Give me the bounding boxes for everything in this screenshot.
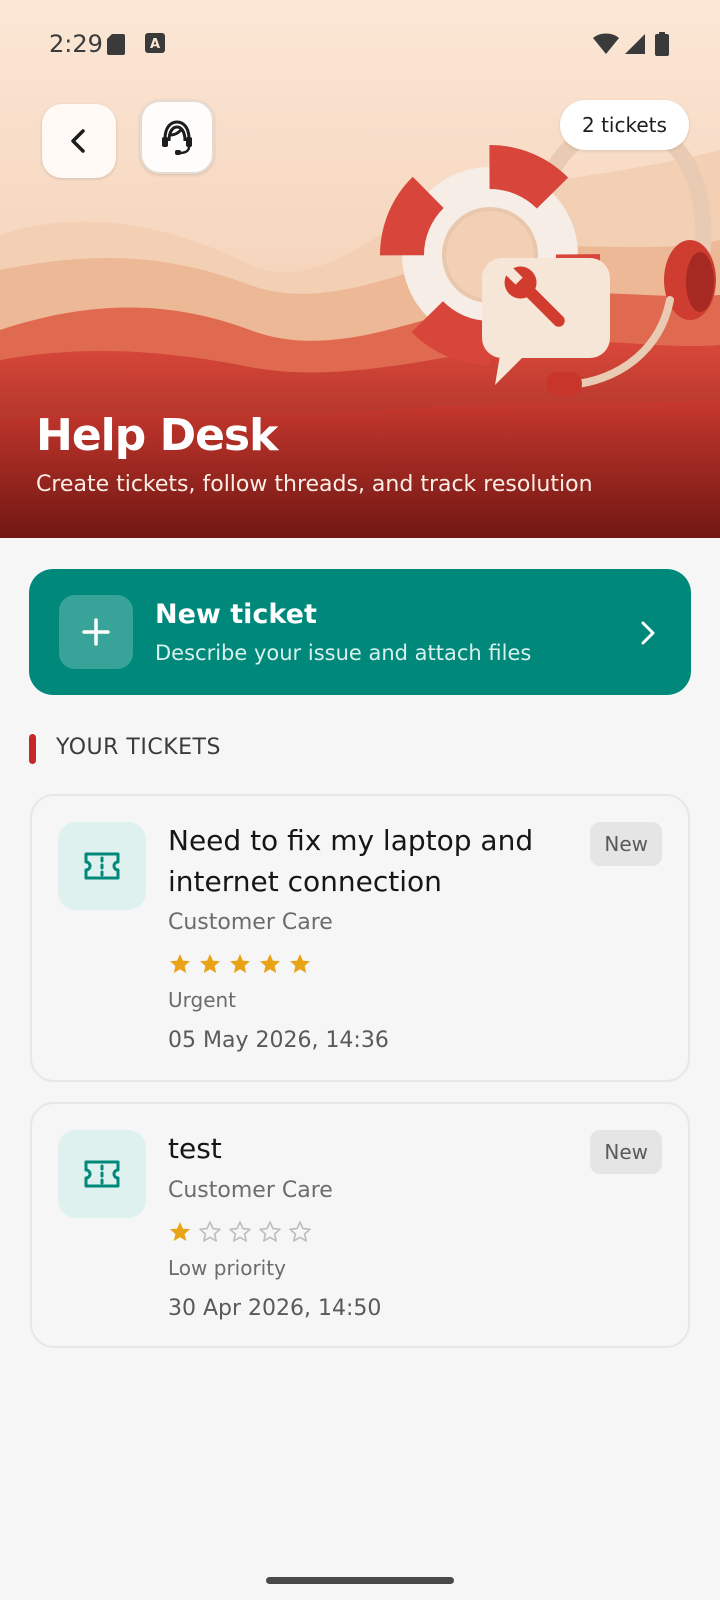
wifi-icon bbox=[593, 33, 619, 54]
home-indicator[interactable] bbox=[266, 1577, 454, 1584]
ticket-icon-box bbox=[58, 822, 146, 910]
star-empty-icon bbox=[289, 1221, 311, 1242]
section-accent-bar bbox=[29, 734, 36, 764]
ticket-department: Customer Care bbox=[168, 910, 333, 935]
star-empty-icon bbox=[259, 1221, 281, 1242]
ticket-priority: Urgent bbox=[168, 988, 237, 1012]
ticket-title: Need to fix my laptop and internet conne… bbox=[168, 824, 534, 898]
support-agent-icon bbox=[162, 120, 192, 155]
star-filled-icon bbox=[170, 954, 190, 973]
section-title: YOUR TICKETS bbox=[56, 735, 221, 760]
page-subtitle: Create tickets, follow threads, and trac… bbox=[36, 472, 593, 497]
battery-icon bbox=[655, 32, 669, 56]
page-title: Help Desk bbox=[36, 410, 278, 461]
chevron-left-icon bbox=[71, 129, 85, 153]
ticket-department: Customer Care bbox=[168, 1178, 333, 1203]
star-filled-icon bbox=[170, 1222, 190, 1241]
ticket-date: 05 May 2026, 14:36 bbox=[168, 1028, 389, 1053]
status-bar: 2:29 A bbox=[0, 0, 720, 90]
ticket-rating bbox=[168, 952, 312, 976]
plus-icon bbox=[82, 618, 110, 646]
hero-header: 2:29 A 2 tickets Help Desk Create ticket… bbox=[0, 0, 720, 538]
ticket-icon-box bbox=[58, 1130, 146, 1218]
signal-icon bbox=[625, 34, 645, 54]
plus-icon-box bbox=[59, 595, 133, 669]
status-time: 2:29 bbox=[49, 30, 103, 58]
ticket-date: 30 Apr 2026, 14:50 bbox=[168, 1296, 382, 1321]
status-badge: New bbox=[590, 822, 662, 866]
support-agent-button[interactable] bbox=[140, 100, 214, 174]
ticket-title: test bbox=[168, 1132, 222, 1165]
ticket-rating bbox=[168, 1220, 312, 1244]
back-button[interactable] bbox=[42, 104, 116, 178]
star-empty-icon bbox=[229, 1221, 251, 1242]
ticket-card[interactable]: test Customer Care Low priority 30 Apr 2… bbox=[30, 1102, 690, 1348]
chevron-right-icon bbox=[641, 621, 655, 645]
ticket-priority: Low priority bbox=[168, 1256, 286, 1280]
a-keyboard-icon: A bbox=[145, 33, 165, 53]
ticket-icon bbox=[84, 1160, 120, 1188]
svg-text:A: A bbox=[150, 37, 160, 52]
star-empty-icon bbox=[199, 1221, 221, 1242]
ticket-card[interactable]: Need to fix my laptop and internet conne… bbox=[30, 794, 690, 1082]
new-ticket-subtitle: Describe your issue and attach files bbox=[155, 641, 532, 665]
tickets-count-badge: 2 tickets bbox=[560, 100, 689, 150]
star-filled-icon bbox=[230, 954, 250, 973]
star-filled-icon bbox=[260, 954, 280, 973]
new-ticket-title: New ticket bbox=[155, 599, 317, 630]
star-filled-icon bbox=[290, 954, 310, 973]
status-badge: New bbox=[590, 1130, 662, 1174]
ticket-icon bbox=[84, 852, 120, 880]
star-filled-icon bbox=[200, 954, 220, 973]
new-ticket-button[interactable]: New ticket Describe your issue and attac… bbox=[29, 569, 691, 695]
sd-card-icon bbox=[107, 34, 125, 55]
